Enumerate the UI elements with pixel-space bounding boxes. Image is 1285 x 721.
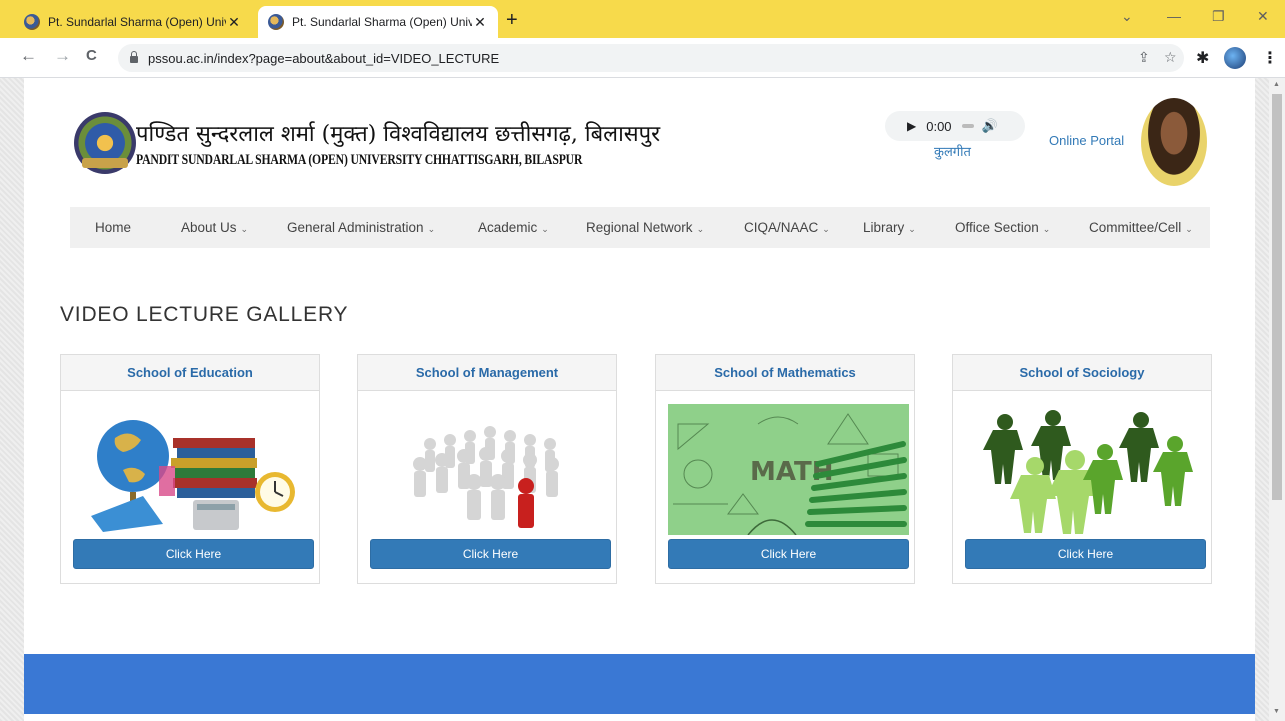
university-logo[interactable] — [74, 112, 136, 174]
browser-toolbar: ← → C pssou.ac.in/index?page=about&about… — [0, 38, 1285, 78]
browser-tab-1[interactable]: Pt. Sundarlal Sharma (Open) Univ ✕ — [14, 6, 252, 38]
university-name-english: PANDIT SUNDARLAL SHARMA (OPEN) UNIVERSIT… — [136, 152, 583, 168]
scroll-thumb[interactable] — [1272, 94, 1282, 500]
kulgeet-label: कुलगीत — [934, 144, 971, 159]
page-scrollbar[interactable]: ▲ ▼ — [1269, 78, 1285, 721]
page-container: पण्डित सुन्दरलाल शर्मा (मुक्त) विश्वविद्… — [24, 78, 1255, 721]
nav-item-library[interactable]: Library ⌄ — [863, 220, 916, 235]
site-favicon-icon — [268, 14, 284, 30]
browser-tab-2[interactable]: Pt. Sundarlal Sharma (Open) Univ ✕ — [258, 6, 498, 38]
bookmark-star-icon[interactable]: ☆ — [1164, 49, 1177, 66]
nav-item-about-us[interactable]: About Us ⌄ — [181, 220, 248, 235]
tab-close-icon[interactable]: ✕ — [472, 14, 488, 31]
extensions-icon[interactable]: ✱ — [1196, 48, 1209, 68]
url-text: pssou.ac.in/index?page=about&about_id=VI… — [148, 50, 500, 66]
tab-title: Pt. Sundarlal Sharma (Open) Univ — [292, 15, 472, 29]
tab-search-icon[interactable]: ⌄ — [1121, 8, 1133, 25]
sociology-image — [965, 404, 1206, 535]
new-tab-button[interactable]: + — [506, 10, 518, 30]
card-title: School of Management — [358, 355, 616, 391]
browser-tab-bar: Pt. Sundarlal Sharma (Open) Univ ✕ Pt. S… — [0, 0, 1285, 38]
site-favicon-icon — [24, 14, 40, 30]
education-image — [73, 404, 314, 535]
university-name-hindi: पण्डित सुन्दरलाल शर्मा (मुक्त) विश्वविद्… — [136, 122, 661, 147]
footer-band — [24, 654, 1255, 714]
restore-button[interactable]: ❐ — [1212, 8, 1225, 25]
kulgeet-audio-player[interactable]: ▶ 0:00 🔊 — [885, 111, 1025, 141]
nav-item-committee-cell[interactable]: Committee/Cell ⌄ — [1089, 220, 1193, 235]
gallery-card-mathematics: School of Mathematics MATH Click Here — [655, 354, 915, 584]
audio-progress-track[interactable] — [961, 124, 974, 128]
tab-close-icon[interactable]: ✕ — [226, 14, 242, 31]
main-navigation: Home About Us ⌄ General Administration ⌄ A… — [70, 207, 1210, 248]
chevron-down-icon: ⌄ — [1042, 224, 1051, 234]
card-title: School of Sociology — [953, 355, 1211, 391]
forward-arrow-icon[interactable]: → — [54, 46, 71, 66]
management-click-here-button[interactable]: Click Here — [370, 539, 611, 569]
tab-title: Pt. Sundarlal Sharma (Open) Univ — [48, 15, 226, 29]
nav-item-office-section[interactable]: Office Section ⌄ — [955, 220, 1050, 235]
scroll-up-icon[interactable]: ▲ — [1273, 81, 1280, 88]
scroll-down-icon[interactable]: ▼ — [1273, 708, 1280, 715]
play-icon[interactable]: ▶ — [907, 119, 916, 133]
lock-icon — [130, 51, 138, 63]
nav-item-general-administration[interactable]: General Administration ⌄ — [287, 220, 435, 235]
profile-avatar[interactable] — [1224, 47, 1246, 69]
reload-icon[interactable]: C — [86, 47, 97, 64]
chevron-down-icon: ⌄ — [1185, 224, 1193, 234]
card-title: School of Mathematics — [656, 355, 914, 391]
page-title: VIDEO LECTURE GALLERY — [60, 303, 349, 326]
footer-strip — [24, 714, 1255, 721]
mathematics-click-here-button[interactable]: Click Here — [668, 539, 909, 569]
management-image — [370, 404, 611, 535]
chevron-down-icon: ⌄ — [908, 224, 916, 234]
chevron-down-icon: ⌄ — [696, 224, 705, 234]
volume-icon[interactable]: 🔊 — [982, 118, 998, 134]
online-portal-link[interactable]: Online Portal — [1049, 133, 1124, 148]
gallery-card-sociology: School of Sociology Click Here — [952, 354, 1212, 584]
close-window-button[interactable]: ✕ — [1257, 8, 1269, 25]
chevron-down-icon: ⌄ — [240, 224, 249, 234]
gallery-card-management: School of Management Click Here — [357, 354, 617, 584]
share-icon[interactable]: ⇪ — [1138, 49, 1150, 66]
nav-item-home[interactable]: Home — [95, 220, 131, 235]
page-viewport: पण्डित सुन्दरलाल शर्मा (मुक्त) विश्वविद्… — [0, 78, 1285, 721]
founder-portrait — [1141, 98, 1207, 186]
mathematics-image: MATH — [668, 404, 909, 535]
chevron-down-icon: ⌄ — [822, 224, 830, 234]
minimize-button[interactable]: — — [1167, 8, 1181, 24]
browser-menu-icon[interactable]: ⋮ — [1262, 48, 1278, 68]
card-title: School of Education — [61, 355, 319, 391]
address-bar[interactable]: pssou.ac.in/index?page=about&about_id=VI… — [118, 44, 1184, 72]
back-arrow-icon[interactable]: ← — [20, 46, 37, 66]
chevron-down-icon: ⌄ — [427, 224, 436, 234]
nav-item-regional-network[interactable]: Regional Network ⌄ — [586, 220, 704, 235]
gallery-card-education: School of Education Click Here — [60, 354, 320, 584]
nav-item-ciqa-naac[interactable]: CIQA/NAAC ⌄ — [744, 220, 830, 235]
nav-item-academic[interactable]: Academic ⌄ — [478, 220, 549, 235]
chevron-down-icon: ⌄ — [541, 224, 549, 234]
audio-time: 0:00 — [926, 118, 952, 134]
education-click-here-button[interactable]: Click Here — [73, 539, 314, 569]
sociology-click-here-button[interactable]: Click Here — [965, 539, 1206, 569]
